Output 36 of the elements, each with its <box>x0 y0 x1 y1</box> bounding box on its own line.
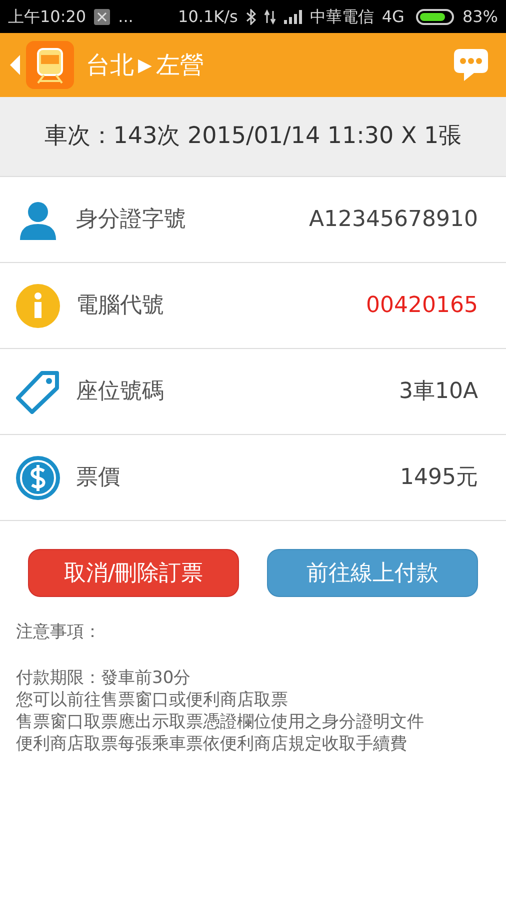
field-label: 電腦代號 <box>76 292 164 320</box>
carrier-name: 中華電信 <box>310 6 374 28</box>
note-line: 付款期限：發車前30分 <box>16 667 192 689</box>
signal-icon <box>284 10 302 24</box>
field-value: 00420165 <box>366 292 479 320</box>
destination-station: 左營 <box>156 50 204 81</box>
back-icon[interactable] <box>8 53 22 77</box>
note-line: 便利商店取票每張乘車票依便利商店規定收取手續費 <box>16 733 408 755</box>
network-speed: 10.1K/s <box>178 6 238 28</box>
notes-title: 注意事項： <box>16 621 102 643</box>
info-icon <box>16 284 60 328</box>
battery-icon <box>416 8 454 24</box>
more-notifications: ... <box>118 6 134 28</box>
bluetooth-icon <box>246 8 256 24</box>
note-line: 售票窗口取票應出示取票憑證欄位使用之身分證明文件 <box>16 711 425 733</box>
trip-summary: 車次：143次 2015/01/14 11:30 X 1張 <box>44 122 462 152</box>
dollar-icon <box>16 456 60 500</box>
train-icon <box>26 41 74 89</box>
data-arrows-icon <box>264 8 276 24</box>
online-payment-button[interactable]: 前往線上付款 <box>267 549 478 597</box>
tag-icon <box>16 370 60 414</box>
cancel-booking-button[interactable]: 取消/刪除訂票 <box>28 549 239 597</box>
notification-icon <box>94 8 110 24</box>
field-label: 身分證字號 <box>76 206 186 234</box>
field-value: A12345678910 <box>308 206 479 234</box>
origin-station: 台北 <box>86 50 134 81</box>
field-label: 座位號碼 <box>76 378 164 406</box>
clock: 上午10:20 <box>8 6 86 28</box>
field-label: 票價 <box>76 464 120 492</box>
chat-icon[interactable] <box>452 47 490 83</box>
field-value: 3車10A <box>398 378 479 406</box>
route-arrow: ▶ <box>138 54 152 78</box>
field-value: 1495元 <box>400 464 479 492</box>
battery-percentage: 83% <box>462 6 498 28</box>
network-type: 4G <box>382 6 404 28</box>
note-line: 您可以前往售票窗口或便利商店取票 <box>16 689 289 711</box>
